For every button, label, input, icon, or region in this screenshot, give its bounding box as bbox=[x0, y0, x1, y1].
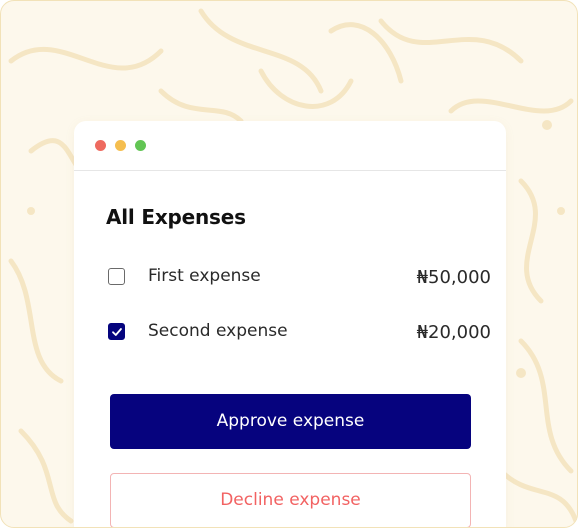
expense-amount: ₦20,000 bbox=[416, 322, 491, 343]
illustration-frame: All Expenses First expense ₦50,000 Secon… bbox=[0, 0, 578, 528]
close-window-dot[interactable] bbox=[95, 140, 106, 151]
page-title: All Expenses bbox=[106, 205, 246, 229]
first-expense-checkbox[interactable] bbox=[108, 268, 125, 285]
expenses-window: All Expenses First expense ₦50,000 Secon… bbox=[74, 121, 506, 527]
decline-expense-button[interactable]: Decline expense bbox=[110, 473, 471, 527]
minimize-window-dot[interactable] bbox=[115, 140, 126, 151]
expense-row-first: First expense ₦50,000 bbox=[108, 266, 491, 290]
second-expense-checkbox[interactable] bbox=[108, 323, 125, 340]
approve-expense-button[interactable]: Approve expense bbox=[110, 394, 471, 449]
checkmark-icon bbox=[112, 328, 122, 336]
expense-row-second: Second expense ₦20,000 bbox=[108, 321, 491, 345]
expense-label: Second expense bbox=[148, 321, 288, 341]
maximize-window-dot[interactable] bbox=[135, 140, 146, 151]
expense-amount: ₦50,000 bbox=[416, 267, 491, 288]
window-titlebar bbox=[74, 121, 506, 171]
expense-label: First expense bbox=[148, 266, 261, 286]
